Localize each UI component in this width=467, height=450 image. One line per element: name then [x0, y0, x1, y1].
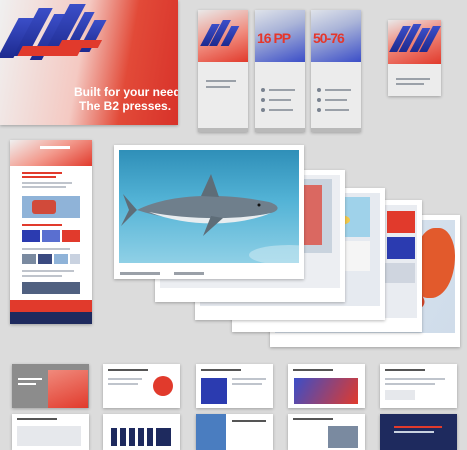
press-graphic	[57, 40, 103, 48]
poster	[388, 20, 441, 96]
hero-banner: Built for your needs. The B2 presses.	[0, 0, 178, 125]
presentation-slide	[196, 414, 273, 450]
presentation-slide	[380, 414, 457, 450]
website-mockup	[10, 140, 92, 324]
presentation-slide	[288, 364, 365, 408]
rollup-banner: 50-76	[311, 10, 361, 132]
banner-header: 16 PP	[255, 10, 305, 62]
presentation-slide	[12, 364, 89, 408]
hero-subheadline: The B2 presses.	[79, 99, 172, 113]
rollup-banner	[198, 10, 248, 132]
banner-headline: 16 PP	[257, 30, 291, 46]
presentation-slide	[196, 364, 273, 408]
presentation-slide	[103, 364, 180, 408]
presentation-slide	[12, 414, 89, 450]
brochure-cover-shark	[114, 145, 304, 279]
banner-header: 50-76	[311, 10, 361, 62]
presentation-slide	[103, 414, 180, 450]
poster-header	[388, 20, 441, 64]
shark-illustration	[121, 174, 299, 263]
hero-headline: Built for your needs.	[74, 85, 178, 99]
presentation-slide	[288, 414, 365, 450]
banner-headline: 50-76	[313, 30, 345, 46]
presentation-slide	[380, 364, 457, 408]
rollup-banner: 16 PP	[255, 10, 305, 132]
banner-header	[198, 10, 248, 62]
